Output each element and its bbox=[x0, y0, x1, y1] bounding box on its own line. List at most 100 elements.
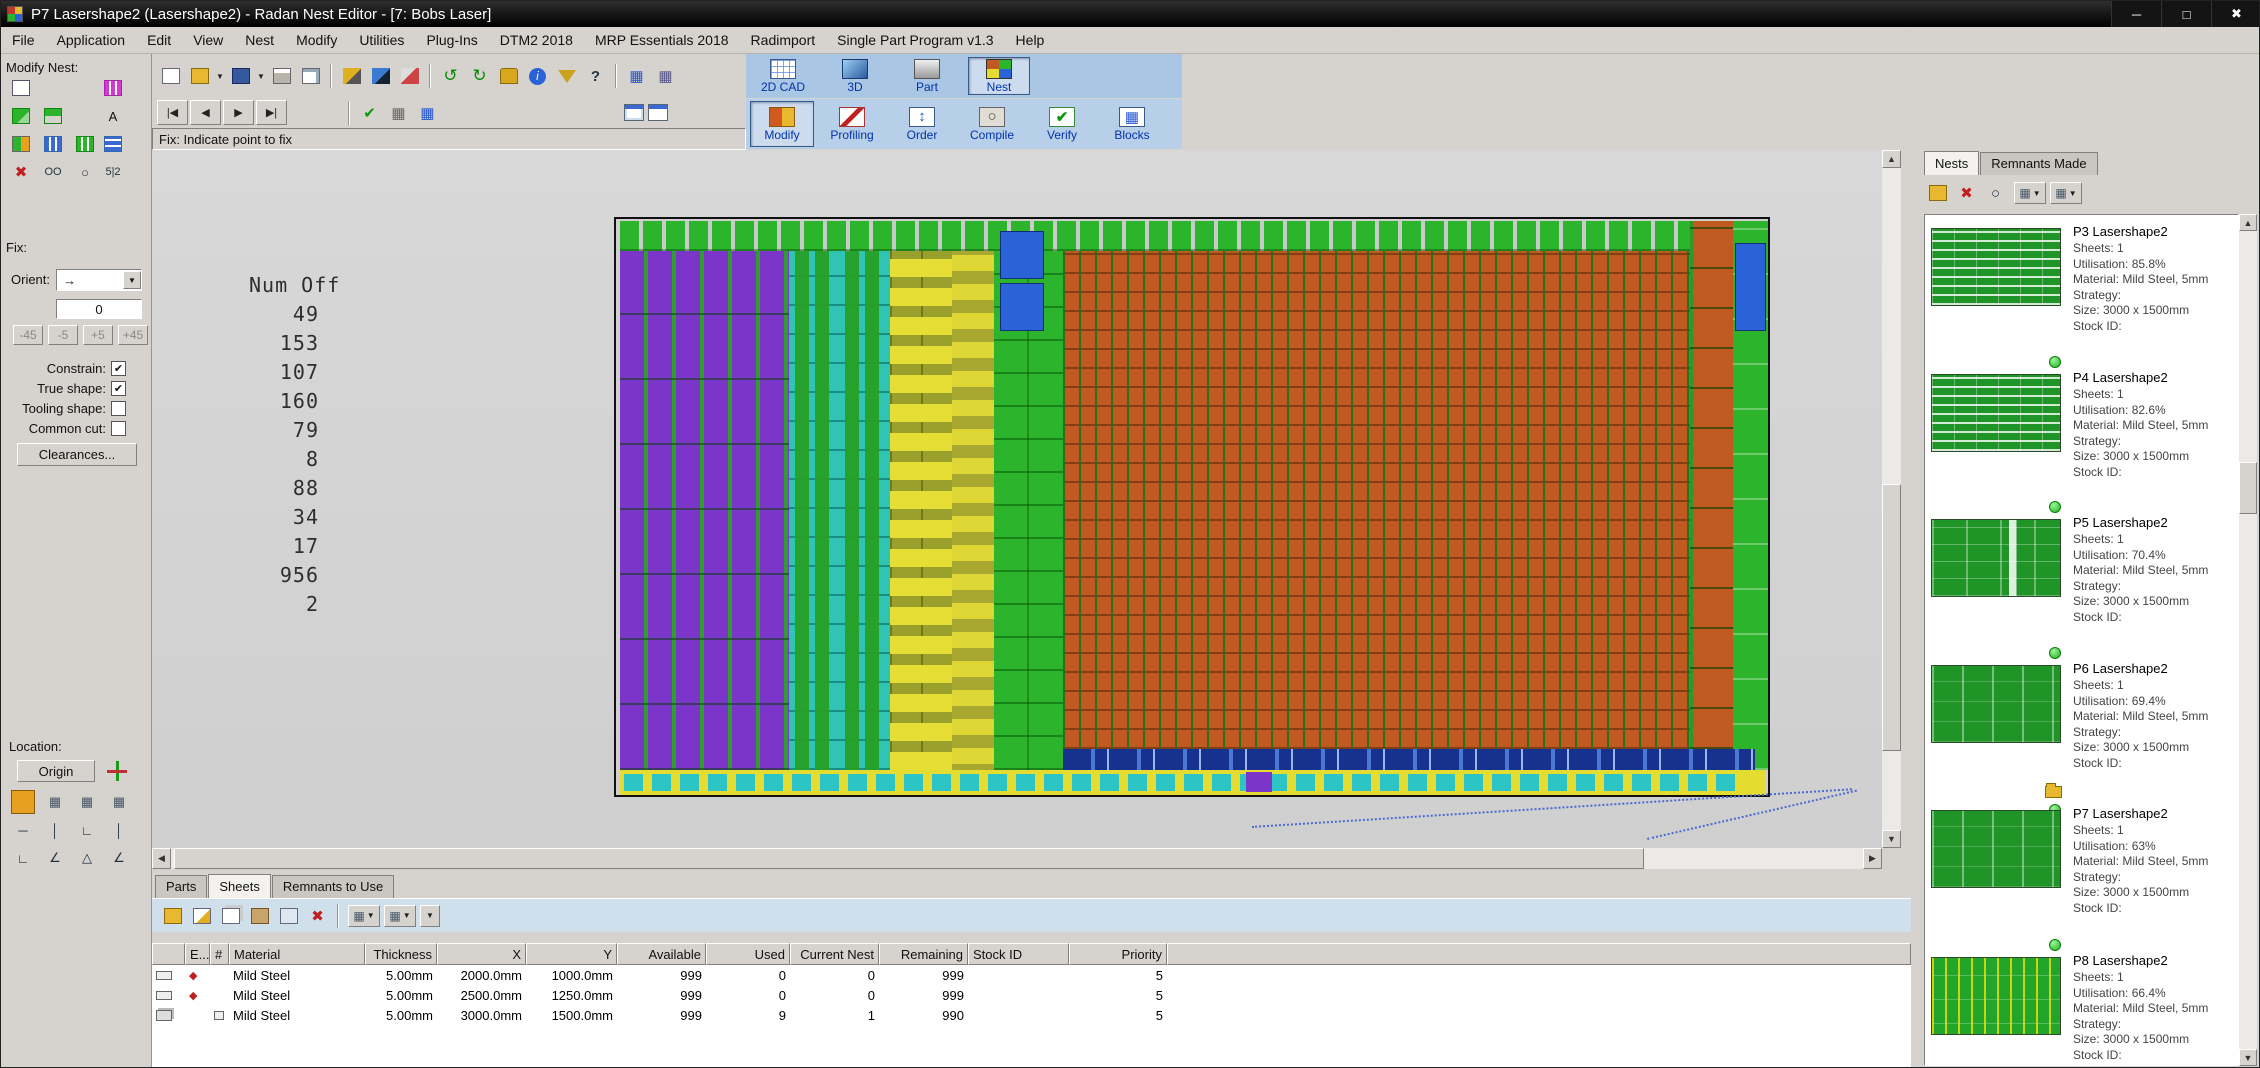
origin-crosshair-icon[interactable] bbox=[107, 761, 127, 781]
cell-remaining[interactable]: 990 bbox=[879, 1005, 968, 1025]
location-grid-icon-2[interactable]: ▦ bbox=[75, 790, 99, 814]
header-number[interactable]: # bbox=[210, 943, 229, 965]
cell-priority[interactable]: 5 bbox=[1069, 985, 1167, 1005]
grid-array-tool-icon[interactable] bbox=[41, 132, 65, 156]
filter-icon[interactable] bbox=[553, 63, 580, 89]
mode-nest-button[interactable]: Nest bbox=[968, 57, 1030, 95]
add-sheet-icon[interactable] bbox=[159, 903, 186, 929]
mode-part-button[interactable]: Part bbox=[896, 57, 958, 95]
previous-nest-button[interactable]: ◀ bbox=[190, 100, 221, 125]
redo-icon[interactable]: ↻ bbox=[466, 63, 493, 89]
locate-nest-icon[interactable]: ○ bbox=[1982, 180, 2009, 206]
menu-application[interactable]: Application bbox=[46, 28, 137, 52]
preview-icon[interactable] bbox=[297, 63, 324, 89]
drawing-area[interactable]: Num Off 49 153 107 160 79 8 88 34 17 956… bbox=[152, 150, 1882, 848]
location-origin-mode-icon[interactable] bbox=[11, 790, 35, 814]
cell-current-nest[interactable]: 0 bbox=[790, 985, 879, 1005]
nest-list-item-p6[interactable]: P6 Lasershape2 Sheets: 1 Utilisation: 69… bbox=[1925, 655, 2238, 795]
scroll-up-icon[interactable]: ▲ bbox=[2239, 214, 2257, 231]
menu-nest[interactable]: Nest bbox=[234, 28, 285, 52]
first-nest-button[interactable]: |◀ bbox=[157, 100, 188, 125]
cell-x[interactable]: 2000.0mm bbox=[437, 965, 526, 985]
mode-profiling-button[interactable]: Profiling bbox=[820, 101, 884, 147]
nest-list-item-p5[interactable]: P5 Lasershape2 Sheets: 1 Utilisation: 70… bbox=[1925, 509, 2238, 649]
line-horizontal-icon[interactable]: ─ bbox=[11, 818, 35, 842]
row-gutter[interactable] bbox=[152, 965, 185, 985]
cell-used[interactable]: 9 bbox=[706, 1005, 790, 1025]
knife-icon[interactable] bbox=[396, 63, 423, 89]
canvas-horizontal-scrollbar[interactable]: ◀ ▶ bbox=[152, 848, 1882, 869]
header-e[interactable]: E... bbox=[185, 943, 210, 965]
orient-dropdown-icon[interactable]: ▼ bbox=[123, 271, 141, 289]
grid-settings-icon[interactable]: ▦ bbox=[385, 100, 412, 126]
cell-used[interactable]: 0 bbox=[706, 965, 790, 985]
scroll-right-icon[interactable]: ▶ bbox=[1863, 848, 1882, 869]
cell-priority[interactable]: 5 bbox=[1069, 965, 1167, 985]
nest-sort-dropdown[interactable]: ▦▼ bbox=[2050, 182, 2082, 204]
horizontal-scroll-thumb[interactable] bbox=[174, 848, 1644, 869]
nest-list-item-p8[interactable]: P8 Lasershape2 Sheets: 1 Utilisation: 66… bbox=[1925, 947, 2238, 1066]
menu-file[interactable]: File bbox=[1, 28, 46, 52]
add-part-tool-icon[interactable] bbox=[41, 104, 65, 128]
cell-current-nest[interactable]: 0 bbox=[790, 965, 879, 985]
nest-list-scrollbar[interactable]: ▲ ▼ bbox=[2239, 214, 2257, 1066]
rectangle-tool-icon[interactable] bbox=[9, 76, 33, 100]
view-mode-dropdown[interactable]: ▦▼ bbox=[348, 905, 380, 927]
header-x[interactable]: X bbox=[437, 943, 526, 965]
rotate-circle-icon[interactable]: ○ bbox=[73, 160, 97, 184]
tab-remnants-to-use[interactable]: Remnants to Use bbox=[272, 875, 394, 898]
minimize-button[interactable]: ─ bbox=[2111, 1, 2161, 27]
line-offset-icon[interactable]: │ bbox=[107, 818, 131, 842]
mode-modify-button[interactable]: Modify bbox=[750, 101, 814, 147]
tab-remnants-made[interactable]: Remnants Made bbox=[1980, 152, 2097, 175]
nest-list-item-p4[interactable]: P4 Lasershape2 Sheets: 1 Utilisation: 82… bbox=[1925, 364, 2238, 504]
tile-split-view-icon[interactable] bbox=[648, 104, 668, 121]
location-grid-icon-1[interactable]: ▦ bbox=[43, 790, 67, 814]
cell-y[interactable]: 1000.0mm bbox=[526, 965, 617, 985]
mode-compile-button[interactable]: ○ Compile bbox=[960, 101, 1024, 147]
cell-material[interactable]: Mild Steel bbox=[229, 965, 365, 985]
mode-verify-button[interactable]: ✔ Verify bbox=[1030, 101, 1094, 147]
header-remaining[interactable]: Remaining bbox=[879, 943, 968, 965]
cell-thickness[interactable]: 5.00mm bbox=[365, 1005, 437, 1025]
scroll-up-icon[interactable]: ▲ bbox=[1882, 150, 1901, 168]
pen-icon[interactable] bbox=[367, 63, 394, 89]
menu-dtm2[interactable]: DTM2 2018 bbox=[489, 28, 584, 52]
delete-nest-icon[interactable]: ✖ bbox=[1953, 180, 1980, 206]
delete-part-icon[interactable]: ✖ bbox=[9, 160, 33, 184]
location-grid-icon-3[interactable]: ▦ bbox=[107, 790, 131, 814]
tab-parts[interactable]: Parts bbox=[155, 875, 207, 898]
edit-check-icon[interactable]: ✔ bbox=[356, 100, 383, 126]
mode-3d-button[interactable]: 3D bbox=[824, 57, 886, 95]
open-dropdown-icon[interactable]: ▼ bbox=[214, 63, 226, 89]
menu-view[interactable]: View bbox=[182, 28, 234, 52]
tab-nests[interactable]: Nests bbox=[1924, 151, 1979, 175]
save-dropdown-icon[interactable]: ▼ bbox=[255, 63, 267, 89]
ratio-icon[interactable]: 5|2 bbox=[101, 160, 125, 184]
canvas-vertical-scrollbar[interactable]: ▲ ▼ bbox=[1882, 150, 1901, 848]
header-current-nest[interactable]: Current Nest bbox=[790, 943, 879, 965]
cell-priority[interactable]: 5 bbox=[1069, 1005, 1167, 1025]
nest-part-tool-icon[interactable] bbox=[9, 104, 33, 128]
maximize-button[interactable]: □ bbox=[2161, 1, 2211, 27]
corner-icon[interactable]: ∟ bbox=[11, 846, 35, 870]
menu-mrp[interactable]: MRP Essentials 2018 bbox=[584, 28, 740, 52]
block-array-tool-icon[interactable] bbox=[73, 132, 97, 156]
cell-material[interactable]: Mild Steel bbox=[229, 1005, 365, 1025]
text-tool-icon[interactable]: A bbox=[101, 104, 125, 128]
cell-thickness[interactable]: 5.00mm bbox=[365, 965, 437, 985]
tile-single-view-icon[interactable] bbox=[624, 104, 644, 121]
delete-sheet-icon[interactable]: ✖ bbox=[304, 903, 331, 929]
pair-tool-icon[interactable] bbox=[9, 132, 33, 156]
sheet-grid-icon[interactable]: ▦ bbox=[414, 100, 441, 126]
cell-stock-id[interactable] bbox=[968, 965, 1069, 985]
common-cut-checkbox[interactable] bbox=[111, 421, 126, 436]
table-view-icon[interactable]: ▦ bbox=[623, 63, 650, 89]
row-gutter[interactable] bbox=[152, 985, 185, 1005]
columns-dropdown[interactable]: ▦▼ bbox=[384, 905, 416, 927]
rotate-plus-45-button[interactable]: +45 bbox=[118, 325, 148, 345]
constrain-checkbox[interactable]: ✔ bbox=[111, 361, 126, 376]
new-file-icon[interactable] bbox=[157, 63, 184, 89]
triangle-icon[interactable]: △ bbox=[75, 846, 99, 870]
mode-2d-cad-button[interactable]: 2D CAD bbox=[752, 57, 814, 95]
